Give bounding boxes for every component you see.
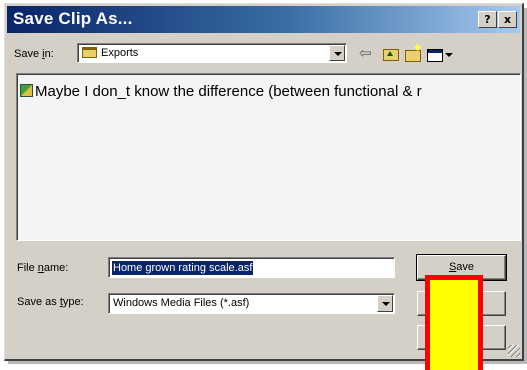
file-name-label: File name: — [17, 262, 69, 274]
view-menu-icon[interactable] — [425, 45, 455, 63]
window-title: Save Clip As... — [13, 9, 133, 28]
close-icon: x — [503, 13, 512, 26]
title-bar[interactable]: Save Clip As... ? x — [7, 6, 520, 33]
list-item[interactable]: Maybe I don_t know the difference (betwe… — [20, 83, 422, 100]
file-item-label: Maybe I don_t know the difference (betwe… — [35, 83, 422, 100]
up-folder-icon[interactable] — [381, 45, 401, 63]
file-name-value: Home grown rating scale.asf — [112, 261, 254, 275]
back-icon[interactable]: ⇦ — [359, 45, 379, 63]
chevron-down-icon[interactable] — [329, 45, 345, 61]
file-name-input[interactable]: Home grown rating scale.asf — [108, 257, 395, 278]
folder-icon — [82, 47, 97, 58]
resize-grip-icon[interactable] — [508, 345, 520, 357]
chevron-down-icon[interactable] — [377, 295, 393, 312]
save-button-label: Save — [448, 261, 475, 273]
save-in-value: Exports — [82, 47, 138, 59]
media-file-icon — [20, 84, 33, 97]
help-button[interactable]: ? — [478, 11, 497, 28]
file-list[interactable]: Maybe I don_t know the difference (betwe… — [16, 73, 521, 241]
save-type-label: Save as type: — [17, 296, 84, 308]
new-folder-icon[interactable] — [403, 45, 423, 63]
highlight-marker — [425, 275, 483, 370]
save-type-value: Windows Media Files (*.asf) — [113, 297, 250, 309]
close-button[interactable]: x — [498, 11, 517, 28]
save-in-dropdown[interactable]: Exports — [77, 43, 347, 63]
save-type-dropdown[interactable]: Windows Media Files (*.asf) — [108, 293, 395, 314]
save-in-label: Save in: — [14, 48, 54, 60]
